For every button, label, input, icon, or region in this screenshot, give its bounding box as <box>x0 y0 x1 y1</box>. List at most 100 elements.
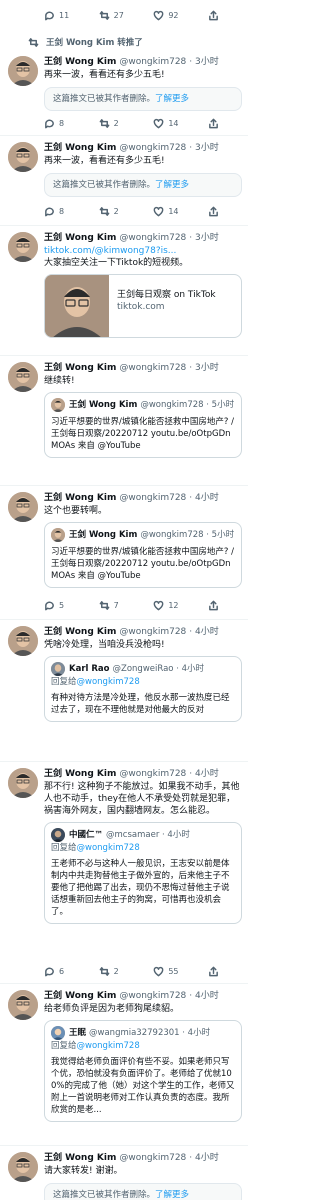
user-name[interactable]: 王剑 Wong Kim <box>44 1152 116 1164</box>
avatar[interactable] <box>8 990 38 1020</box>
retweet-button[interactable]: 7 <box>99 600 131 611</box>
retweet-button[interactable]: 2 <box>99 118 131 129</box>
retweet-icon <box>99 118 110 129</box>
tweet-actions: 5 7 12 <box>44 600 240 611</box>
reply-button[interactable]: 11 <box>44 10 76 21</box>
user-handle[interactable]: @wongkim728 <box>119 232 186 244</box>
tweet-text: 再来一波，看看还有多少五毛! <box>44 156 165 166</box>
retweet-button[interactable]: 2 <box>99 206 131 217</box>
user-name[interactable]: 王剑 Wong Kim <box>44 232 116 244</box>
tweet-time[interactable]: · 4小时 <box>189 492 218 504</box>
user-name[interactable]: 王剑 Wong Kim <box>44 56 116 68</box>
tweet-time[interactable]: · 3小时 <box>189 56 218 68</box>
user-name[interactable]: 王剑 Wong Kim <box>44 362 116 374</box>
card-thumbnail <box>45 275 109 337</box>
quote-user-name: 王剑 Wong Kim <box>69 400 138 410</box>
tweet-time[interactable]: · 4小时 <box>189 1152 218 1164</box>
avatar[interactable] <box>8 492 38 522</box>
quote-user-name: Karl Rao <box>69 664 110 674</box>
user-handle[interactable]: @wongkim728 <box>119 492 186 504</box>
tweet-time[interactable]: · 4小时 <box>189 990 218 1002</box>
quote-user-name: 王剑 Wong Kim <box>69 530 138 540</box>
user-handle[interactable]: @wongkim728 <box>119 362 186 374</box>
user-name[interactable]: 王剑 Wong Kim <box>44 990 116 1002</box>
quoted-tweet[interactable]: 王剑 Wong Kim @wongkim728 · 5小时 习近平想要的世界/城… <box>44 522 242 588</box>
learn-more-link[interactable]: 了解更多 <box>155 180 189 190</box>
tweet-time[interactable]: · 3小时 <box>189 362 218 374</box>
share-icon <box>208 966 219 977</box>
share-button[interactable] <box>208 206 240 217</box>
avatar[interactable] <box>8 142 38 172</box>
quote-user-name: 王眠 <box>69 1028 87 1038</box>
tweet-text: tiktok.com/@kimwong78?is... 大家抽空关注一下Tikto… <box>44 246 189 268</box>
avatar[interactable] <box>8 232 38 262</box>
like-button[interactable]: 92 <box>153 10 185 21</box>
retweet-button[interactable]: 2 <box>99 966 131 977</box>
user-handle[interactable]: @wongkim728 <box>119 142 186 154</box>
avatar <box>51 398 65 412</box>
share-button[interactable] <box>208 600 240 611</box>
reply-button[interactable]: 6 <box>44 966 76 977</box>
tweet[interactable]: 王剑 Wong Kim @wongkim728 · 3小时 再来一波，看看还有多… <box>0 50 248 136</box>
tweet-time[interactable]: · 4小时 <box>189 768 218 780</box>
learn-more-link[interactable]: 了解更多 <box>155 94 189 104</box>
avatar <box>51 528 65 542</box>
reply-button[interactable]: 8 <box>44 206 76 217</box>
user-handle[interactable]: @wongkim728 <box>119 56 186 68</box>
avatar[interactable] <box>8 768 38 798</box>
user-name[interactable]: 王剑 Wong Kim <box>44 492 116 504</box>
tweet-text: 再来一波，看看还有多少五毛! <box>44 70 165 80</box>
tweet-header: 王剑 Wong Kim @wongkim728 · 4小时 <box>44 1152 242 1164</box>
retweet-banner[interactable]: 王剑 Wong Kim 转推了 <box>0 32 248 52</box>
heart-icon <box>153 118 164 129</box>
like-button[interactable]: 14 <box>153 206 185 217</box>
link-card[interactable]: 王剑每日观察 on TikTok tiktok.com <box>44 274 242 338</box>
heart-icon <box>153 966 164 977</box>
retweet-icon <box>99 10 110 21</box>
user-name[interactable]: 王剑 Wong Kim <box>44 768 116 780</box>
reply-icon <box>44 10 55 21</box>
avatar[interactable] <box>8 56 38 86</box>
user-handle[interactable]: @wongkim728 <box>119 768 186 780</box>
heart-icon <box>153 600 164 611</box>
like-button[interactable]: 12 <box>153 600 185 611</box>
quote-header: Karl Rao @ZongweiRao · 4小时 <box>51 662 235 676</box>
tweet-time[interactable]: · 3小时 <box>189 142 218 154</box>
learn-more-link[interactable]: 了解更多 <box>155 1190 189 1200</box>
share-button[interactable] <box>208 118 240 129</box>
reply-button[interactable]: 5 <box>44 600 76 611</box>
user-name[interactable]: 王剑 Wong Kim <box>44 626 116 638</box>
like-button[interactable]: 55 <box>153 966 185 977</box>
like-button[interactable]: 14 <box>153 118 185 129</box>
user-name[interactable]: 王剑 Wong Kim <box>44 142 116 154</box>
tweet[interactable]: 王剑 Wong Kim @wongkim728 · 3小时 tiktok.com… <box>0 226 248 356</box>
avatar[interactable] <box>8 362 38 392</box>
avatar <box>51 662 65 676</box>
tweet[interactable]: 王剑 Wong Kim @wongkim728 · 3小时 再来一波，看看还有多… <box>0 136 248 226</box>
tweet[interactable]: 王剑 Wong Kim @wongkim728 · 4小时 请大家转发! 谢谢。… <box>0 1146 248 1200</box>
tweet[interactable]: 王剑 Wong Kim @wongkim728 · 4小时 那不行! 这种狗子不… <box>0 762 248 984</box>
tweet[interactable]: 王剑 Wong Kim @wongkim728 · 4小时 这个也要转啊。 王剑… <box>0 486 248 620</box>
tweet[interactable]: 王剑 Wong Kim @wongkim728 · 4小时 凭啥冷处理，当咱没兵… <box>0 620 248 762</box>
user-handle[interactable]: @wongkim728 <box>119 1152 186 1164</box>
retweet-button[interactable]: 27 <box>99 10 131 21</box>
tiktok-link[interactable]: tiktok.com/@kimwong78?is... <box>44 246 176 256</box>
quoted-tweet[interactable]: 中國仁™ @mcsamaer · 4小时 回复给@wongkim728 王老师不… <box>44 822 242 924</box>
share-button[interactable] <box>208 966 240 977</box>
share-icon <box>208 206 219 217</box>
user-handle[interactable]: @wongkim728 <box>119 626 186 638</box>
tweet[interactable]: 王剑 Wong Kim @wongkim728 · 4小时 给老师负评是因为老师… <box>0 984 248 1146</box>
tweet-time[interactable]: · 3小时 <box>189 232 218 244</box>
avatar[interactable] <box>8 626 38 656</box>
tweet[interactable]: 王剑 Wong Kim @wongkim728 · 3小时 继续转! 王剑 Wo… <box>0 356 248 486</box>
share-icon <box>208 600 219 611</box>
avatar[interactable] <box>8 1152 38 1182</box>
share-button[interactable] <box>208 10 240 21</box>
reply-button[interactable]: 8 <box>44 118 76 129</box>
user-handle[interactable]: @wongkim728 <box>119 990 186 1002</box>
quoted-tweet[interactable]: 王剑 Wong Kim @wongkim728 · 5小时 习近平想要的世界/城… <box>44 392 242 458</box>
quoted-tweet[interactable]: 王眠 @wangmia32792301 · 4小时 回复给@wongkim728… <box>44 1020 242 1122</box>
quoted-tweet[interactable]: Karl Rao @ZongweiRao · 4小时 回复给@wongkim72… <box>44 656 242 722</box>
tweet-header: 王剑 Wong Kim @wongkim728 · 3小时 <box>44 232 242 244</box>
tweet-time[interactable]: · 4小时 <box>189 626 218 638</box>
